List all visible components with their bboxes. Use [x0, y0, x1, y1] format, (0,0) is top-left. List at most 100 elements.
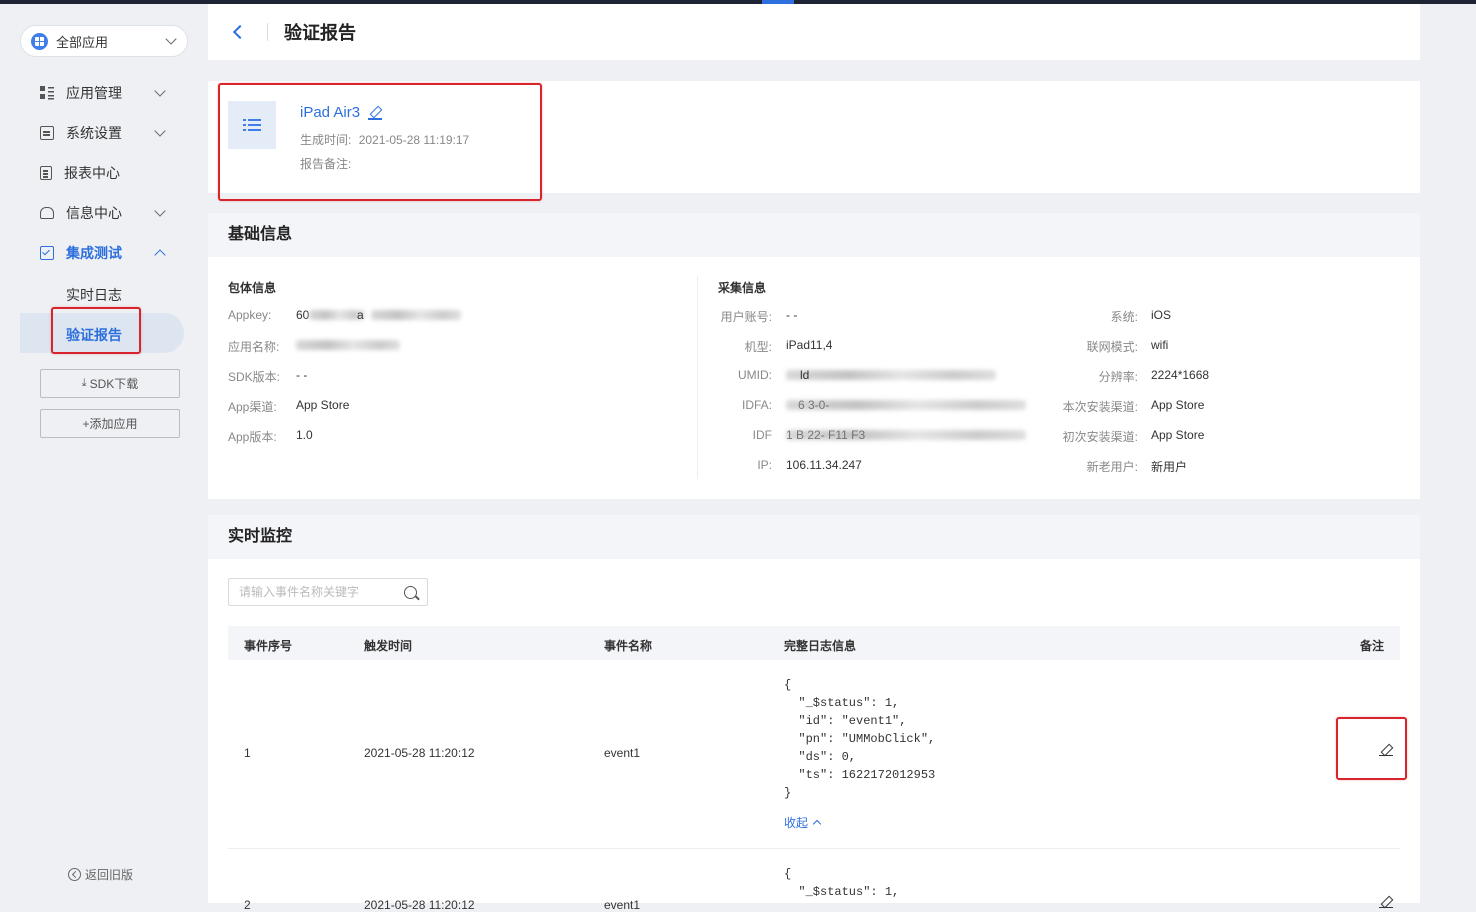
- kv-value: 6 3-0-: [798, 398, 830, 412]
- kv-label: SDK版本:: [228, 370, 281, 384]
- sub-item-realtime-log[interactable]: 实时日志: [66, 285, 122, 305]
- kv-label: IDFA:: [741, 398, 772, 412]
- column-header: 事件序号: [244, 639, 293, 653]
- nav-item-label: 系统设置: [66, 125, 122, 141]
- event-time: 2021-05-28 11:20:12: [364, 898, 475, 912]
- add-app-button[interactable]: +添加应用: [40, 409, 180, 438]
- highlight-box: [218, 83, 542, 201]
- event-index: 2: [244, 898, 251, 912]
- sidebar: 全部应用 应用管理 系统设置 报表中心 信息中心 集成测试 实时日志 验证报告 …: [0, 4, 208, 903]
- chevron-down-icon: [165, 33, 177, 45]
- event-log: { "_$status": 1,: [784, 867, 900, 899]
- app-selector[interactable]: 全部应用: [20, 25, 188, 57]
- back-to-old-version-link[interactable]: 返回旧版: [68, 866, 133, 883]
- back-old-label: 返回旧版: [85, 868, 134, 882]
- column-header: 事件名称: [604, 639, 653, 653]
- checklist-icon: [40, 246, 54, 260]
- event-time: 2021-05-28 11:20:12: [364, 746, 475, 760]
- nav-item-system-settings[interactable]: 系统设置: [40, 121, 170, 145]
- event-name: event1: [604, 746, 641, 760]
- section-title-basic-info: 基础信息: [208, 213, 1420, 257]
- kv-label: App渠道:: [228, 400, 277, 414]
- nav-item-report-center[interactable]: 报表中心: [40, 161, 170, 185]
- nav-item-app-management[interactable]: 应用管理: [40, 81, 170, 105]
- chevron-down-icon: [154, 125, 166, 137]
- kv-value: iOS: [1151, 308, 1172, 322]
- package-info-title: 包体信息: [228, 281, 277, 295]
- apps-icon: [31, 32, 48, 50]
- page-title: 验证报告: [284, 23, 356, 43]
- download-icon: ⤓: [81, 377, 87, 389]
- nav-item-label: 信息中心: [66, 205, 122, 221]
- chevron-down-icon: [154, 205, 166, 217]
- header-divider: [267, 23, 268, 41]
- kv-value: 60: [296, 308, 310, 322]
- redacted-value: [786, 370, 996, 380]
- basic-info-card: 基础信息 包体信息 Appkey: 60 a 应用名称: SDK版本: - - …: [208, 213, 1420, 499]
- chevron-up-icon: [812, 819, 822, 829]
- nav-item-integration-test[interactable]: 集成测试: [40, 241, 170, 265]
- search-icon[interactable]: [404, 585, 417, 599]
- redacted-value: [371, 310, 461, 320]
- table-header: 事件序号 触发时间 事件名称 完整日志信息 备注: [228, 626, 1400, 660]
- event-name: event1: [604, 898, 641, 912]
- column-header: 完整日志信息: [784, 639, 857, 653]
- event-search-input[interactable]: [239, 585, 404, 599]
- collapse-link[interactable]: 收起: [784, 814, 822, 831]
- kv-value: ld: [800, 368, 810, 382]
- nav-item-label: 应用管理: [66, 85, 122, 101]
- collect-info-title: 采集信息: [718, 281, 767, 295]
- bell-icon: [40, 207, 54, 219]
- sdk-download-button[interactable]: ⤓ SDK下载: [40, 369, 180, 398]
- highlight-box: [1336, 717, 1407, 780]
- kv-label: Appkey:: [228, 308, 272, 322]
- nav-item-label: 报表中心: [64, 165, 120, 181]
- kv-value: 106.11.34.247: [786, 458, 862, 472]
- kv-label: UMID:: [738, 368, 772, 382]
- kv-value: App Store: [1151, 398, 1205, 412]
- kv-label: App版本:: [228, 430, 277, 444]
- redacted-value: [296, 340, 400, 350]
- kv-value: App Store: [1151, 428, 1205, 442]
- kv-value: a: [357, 308, 364, 322]
- kv-label: 机型:: [744, 340, 772, 354]
- kv-value: 1 B 22- F11 F3: [786, 428, 866, 442]
- kv-label: 新老用户:: [1086, 460, 1138, 474]
- nav-item-message-center[interactable]: 信息中心: [40, 201, 170, 225]
- collapse-label: 收起: [784, 816, 809, 830]
- kv-value: wifi: [1151, 338, 1169, 352]
- highlight-box: [51, 307, 141, 354]
- kv-label: 分辨率:: [1098, 370, 1138, 384]
- back-arrow-icon[interactable]: [232, 24, 248, 40]
- kv-value: 1.0: [296, 428, 313, 442]
- kv-value: iPad11,4: [786, 338, 833, 352]
- sdk-download-label: SDK下载: [89, 377, 139, 391]
- app-management-icon: [40, 86, 54, 100]
- kv-value: 2224*1668: [1151, 368, 1210, 382]
- chevron-up-icon: [154, 249, 166, 261]
- kv-value: App Store: [296, 398, 350, 412]
- chevron-down-icon: [154, 85, 166, 97]
- kv-value: 新用户: [1151, 460, 1188, 474]
- kv-label: 应用名称:: [228, 340, 280, 354]
- nav-item-label: 集成测试: [66, 245, 122, 261]
- kv-value: - -: [296, 368, 308, 382]
- edit-note-icon[interactable]: [1379, 896, 1393, 908]
- settings-icon: [40, 126, 54, 140]
- app-selector-label: 全部应用: [56, 34, 109, 50]
- page-header: 验证报告: [208, 4, 1420, 60]
- kv-label: 系统:: [1110, 310, 1138, 324]
- column-header: 备注: [1360, 639, 1385, 653]
- back-circle-icon: [68, 868, 81, 881]
- kv-label: 联网模式:: [1086, 340, 1138, 354]
- kv-label: IDF: [752, 428, 772, 442]
- kv-value: - -: [786, 308, 798, 322]
- realtime-monitor-card: 实时监控 事件序号 触发时间 事件名称 完整日志信息 备注 1 2021-05-…: [208, 515, 1420, 912]
- column-header: 触发时间: [364, 639, 413, 653]
- kv-label: 本次安装渠道:: [1062, 400, 1138, 414]
- kv-label: IP:: [757, 458, 772, 472]
- kv-label: 用户账号:: [720, 310, 772, 324]
- event-log: { "_$status": 1, "id": "event1", "pn": "…: [784, 678, 936, 800]
- kv-label: 初次安装渠道:: [1062, 430, 1138, 444]
- event-search-box[interactable]: [228, 578, 428, 606]
